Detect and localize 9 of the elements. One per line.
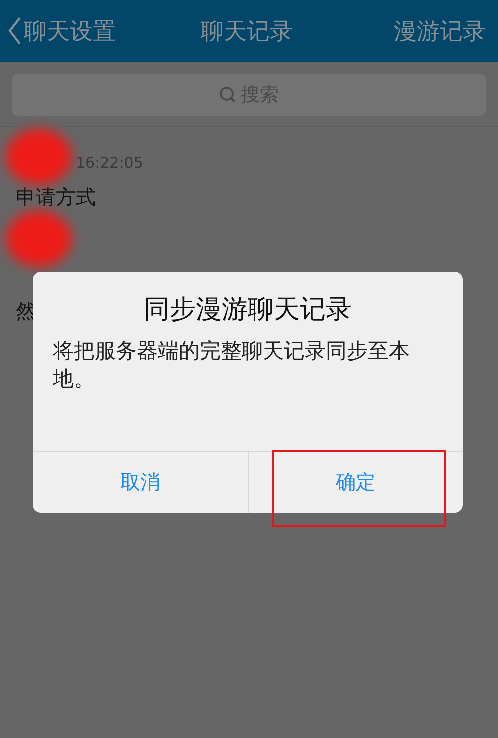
message-text: 申请方式 — [16, 184, 96, 211]
roaming-records-link[interactable]: 漫游记录 — [394, 16, 486, 46]
dialog-button[interactable]: 确定 — [248, 452, 463, 513]
back-button[interactable]: 聊天设置 — [8, 16, 116, 46]
dialog-button[interactable]: 取消 — [33, 452, 248, 513]
search-icon — [219, 86, 237, 104]
dialog-message: 将把服务器端的完整聊天记录同步至本地。 — [53, 338, 411, 393]
page-title: 聊天记录 — [201, 18, 293, 46]
dialog-title: 同步漫游聊天记录 — [144, 294, 352, 327]
